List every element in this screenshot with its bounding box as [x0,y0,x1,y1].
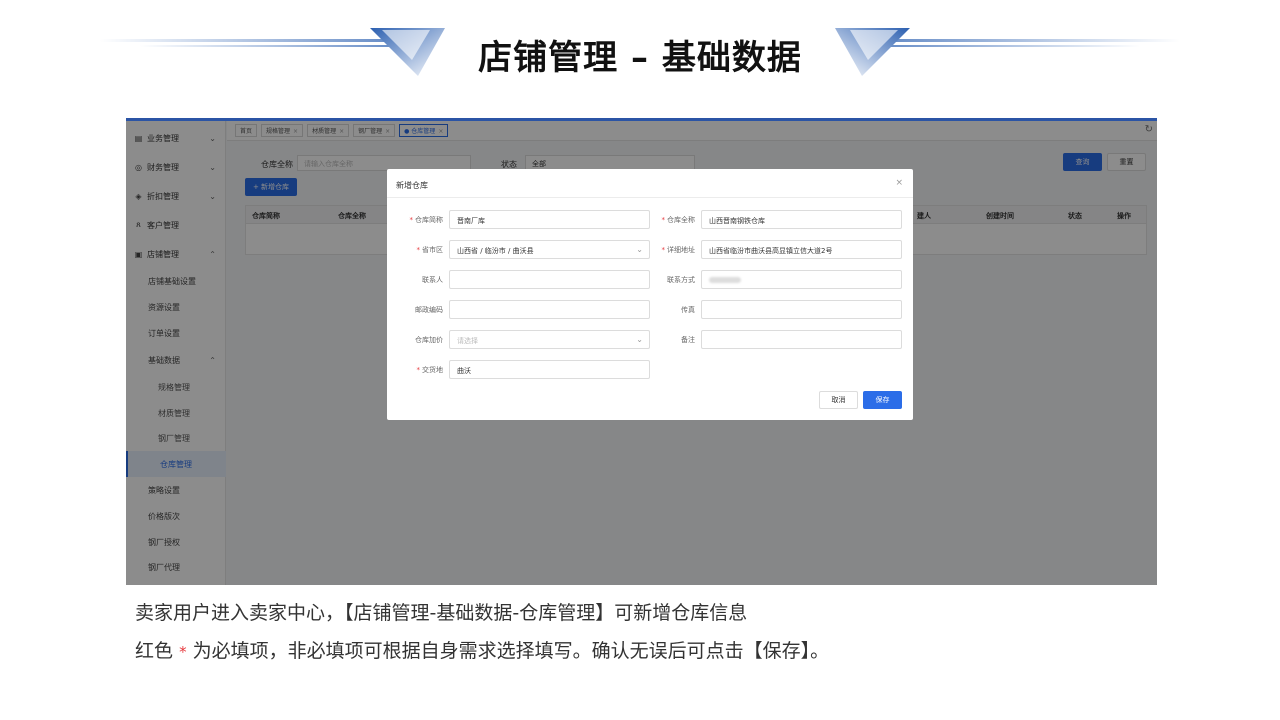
required-mark: * [416,246,421,254]
address-label: * 详细地址 [639,245,696,255]
short-name-label: * 仓库简称 [387,215,444,225]
dialog-title: 新增仓库 [396,181,428,190]
label-text: 详细地址 [667,246,695,254]
caption-text: 为必填项，非必填项可根据自身需求选择填写。确认无误后可点击【保存】。 [192,640,830,662]
redacted-value [709,277,741,283]
contact-input[interactable] [449,270,650,289]
add-warehouse-dialog: 新增仓库 × * 仓库简称 晋南厂库 * 仓库全称 山西晋南钢铁仓库 * 省市区 山西… [387,169,913,420]
address-input[interactable]: 山西省临汾市曲沃县高显镇立信大道2号 [701,240,902,259]
remark-input[interactable] [701,330,902,349]
required-star: * [179,643,187,661]
remark-label: 备注 [681,336,695,344]
header-right-decoration [835,28,1180,76]
caption-text: 红色 [135,640,174,662]
contact-label: 联系人 [422,276,443,284]
phone-input[interactable] [701,270,902,289]
caption-line-2: 红色 * 为必填项，非必填项可根据自身需求选择填写。确认无误后可点击【保存】。 [135,636,829,663]
delivery-label: * 交货地 [387,365,444,375]
header-left-decoration [100,28,445,76]
region-value: 山西省 / 临汾市 / 曲沃县 [457,247,534,255]
label-text: 仓库简称 [415,216,443,224]
region-cascader[interactable]: 山西省 / 临汾市 / 曲沃县 ⌄ [449,240,650,259]
delivery-input[interactable]: 曲沃 [449,360,650,379]
markup-select[interactable]: 请选择 ⌄ [449,330,650,349]
short-name-input[interactable]: 晋南厂库 [449,210,650,229]
required-mark: * [661,246,666,254]
required-mark: * [416,366,421,374]
phone-label: 联系方式 [667,276,695,284]
label-text: 仓库全称 [667,216,695,224]
fax-label: 传真 [681,306,695,314]
label-text: 省市区 [422,246,443,254]
select-placeholder: 请选择 [457,337,478,345]
save-button[interactable]: 保存 [863,391,902,409]
dialog-divider [387,197,913,198]
postcode-label: 邮政编码 [415,306,443,314]
markup-label: 仓库加价 [415,336,443,344]
slide-title: 店铺管理 – 基础数据 [478,38,802,78]
cancel-button[interactable]: 取消 [819,391,858,409]
fax-input[interactable] [701,300,902,319]
full-name-label: * 仓库全称 [639,215,696,225]
full-name-input[interactable]: 山西晋南钢铁仓库 [701,210,902,229]
close-icon[interactable]: × [895,178,903,188]
required-mark: * [409,216,414,224]
region-label: * 省市区 [387,245,444,255]
caption-line-1: 卖家用户进入卖家中心，【店铺管理-基础数据-仓库管理】可新增仓库信息 [135,602,748,624]
required-mark: * [661,216,666,224]
app-screenshot: ▤ 业务管理 ⌄ ◎ 财务管理 ⌄ ◈ 折扣管理 ⌄ ጸ 客户管理 ▣ 店铺管理 ⌃ 店铺基础设置… [126,118,1157,585]
postcode-input[interactable] [449,300,650,319]
label-text: 交货地 [422,366,443,374]
